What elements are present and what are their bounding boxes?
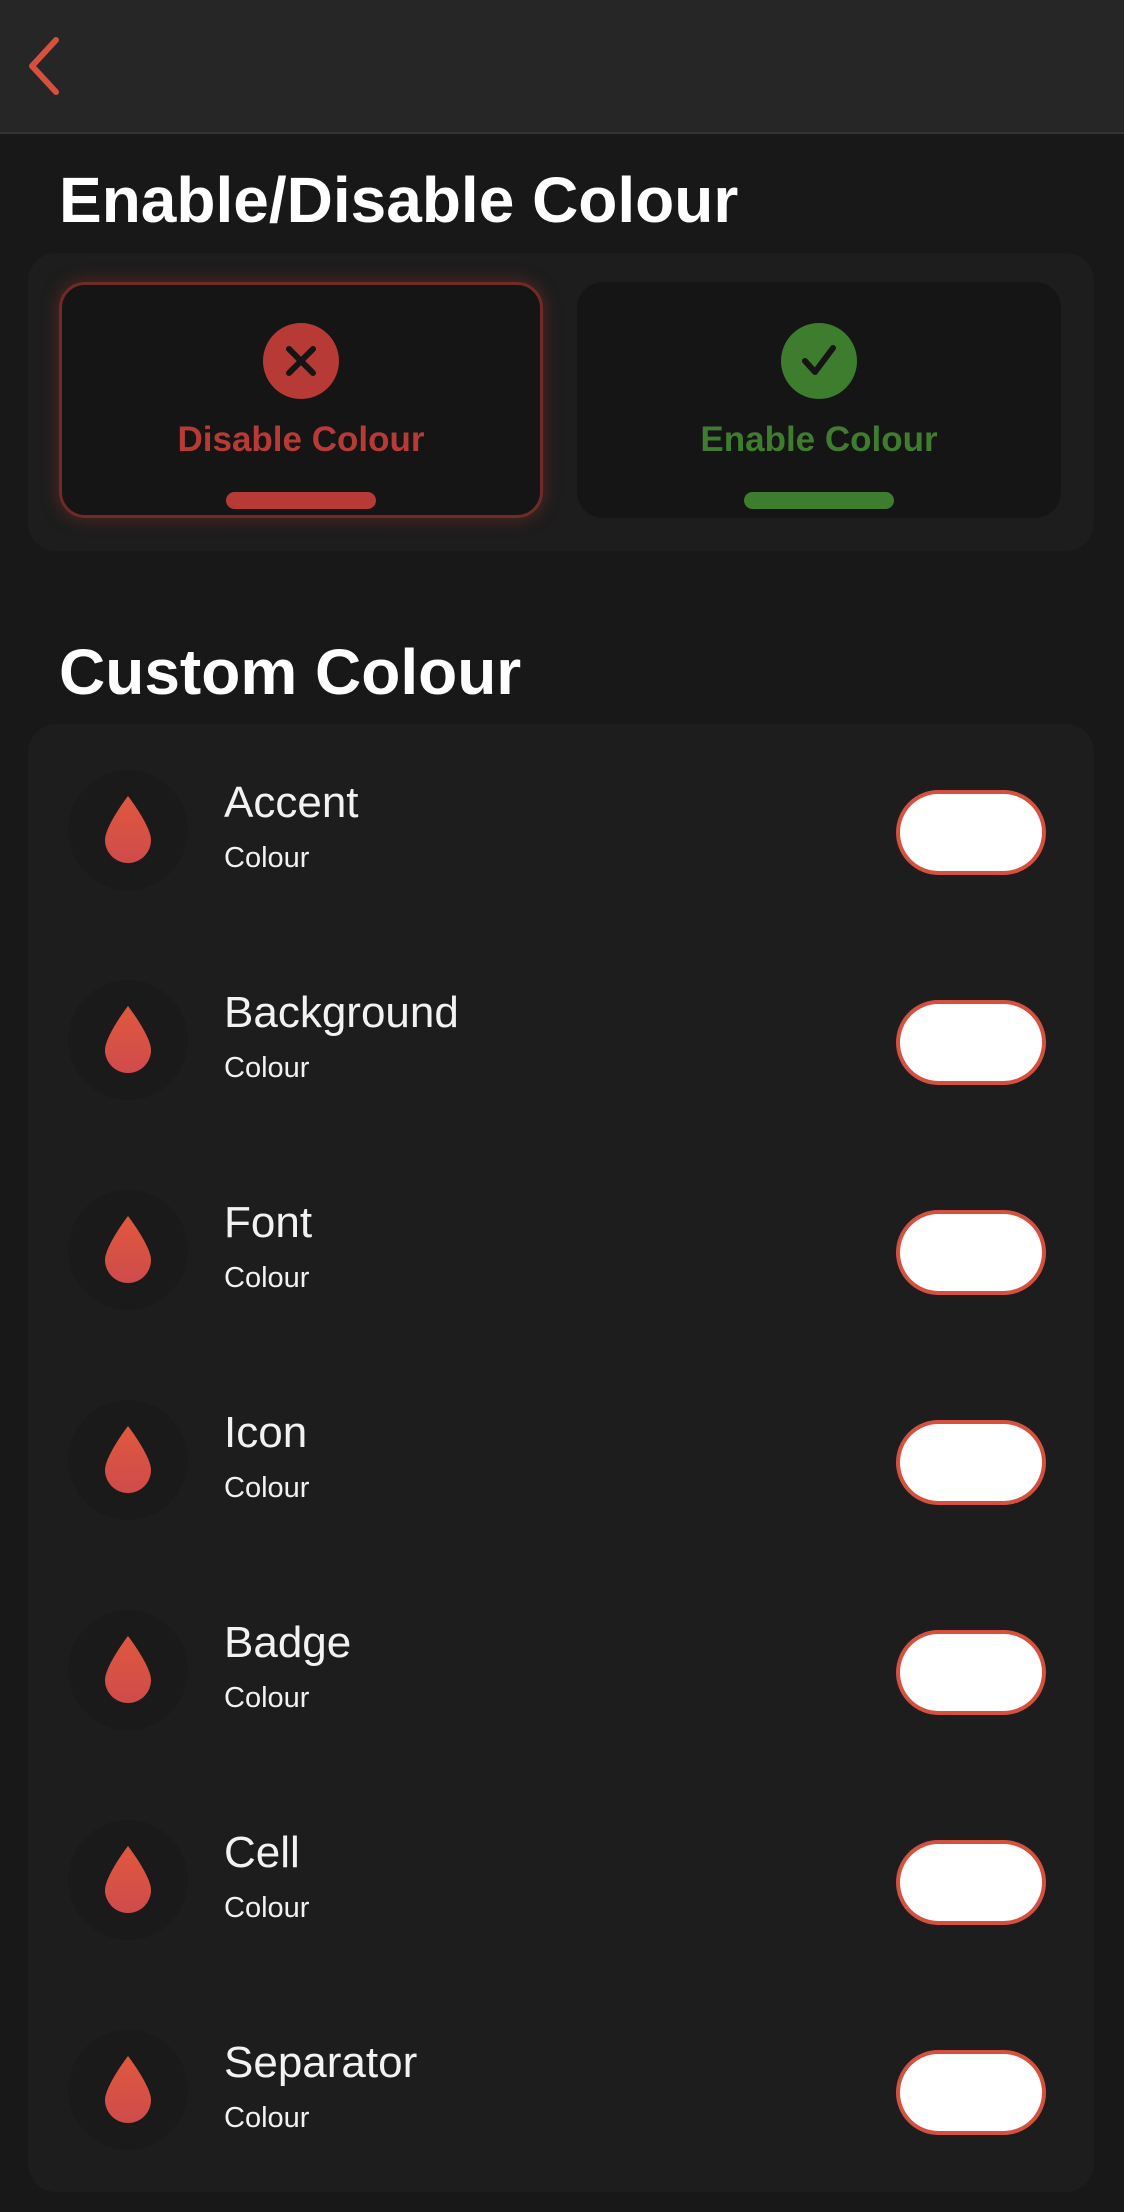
list-item-icon[interactable]: Icon Colour [28,1355,1094,1565]
custom-colour-list: Accent Colour Background Colour Font Col… [28,724,1094,2192]
list-item-subtitle: Colour [224,1262,310,1294]
list-item-background[interactable]: Background Colour [28,935,1094,1145]
drop-icon [68,1190,188,1310]
list-item-title: Separator [224,2038,418,2087]
enable-disable-section-title: Enable/Disable Colour [59,164,739,236]
enable-colour-label: Enable Colour [700,420,938,459]
list-item-subtitle: Colour [224,842,310,874]
chevron-left-icon[interactable] [24,34,64,98]
list-item-badge[interactable]: Badge Colour [28,1565,1094,1775]
list-item-separator[interactable]: Separator Colour [28,1985,1094,2195]
accent-colour-swatch[interactable] [896,790,1046,875]
list-item-cell[interactable]: Cell Colour [28,1775,1094,1985]
check-circle-icon [781,323,857,399]
list-item-subtitle: Colour [224,1472,310,1504]
enable-disable-panel: Disable Colour Enable Colour [28,253,1094,551]
drop-icon [68,1400,188,1520]
list-item-subtitle: Colour [224,1682,310,1714]
disable-colour-button[interactable]: Disable Colour [59,282,543,518]
list-item-title: Font [224,1198,313,1247]
list-item-title: Accent [224,778,359,827]
enable-colour-button[interactable]: Enable Colour [577,282,1061,518]
list-item-title: Background [224,988,459,1037]
badge-colour-swatch[interactable] [896,1630,1046,1715]
drop-icon [68,1610,188,1730]
custom-colour-section-title: Custom Colour [59,636,522,708]
list-item-title: Badge [224,1618,352,1667]
list-item-title: Cell [224,1828,300,1877]
navigation-bar [0,0,1124,134]
list-item-title: Icon [224,1408,308,1457]
list-item-accent[interactable]: Accent Colour [28,725,1094,935]
icon-colour-swatch[interactable] [896,1420,1046,1505]
list-item-subtitle: Colour [224,1052,310,1084]
font-colour-swatch[interactable] [896,1210,1046,1295]
list-item-subtitle: Colour [224,1892,310,1924]
list-item-font[interactable]: Font Colour [28,1145,1094,1355]
background-colour-swatch[interactable] [896,1000,1046,1085]
drop-icon [68,1820,188,1940]
enable-selection-indicator [744,492,894,509]
separator-colour-swatch[interactable] [896,2050,1046,2135]
list-item-subtitle: Colour [224,2102,310,2134]
back-button[interactable] [12,28,76,104]
drop-icon [68,2030,188,2150]
disable-colour-label: Disable Colour [177,420,425,459]
disable-selection-indicator [226,492,376,509]
cell-colour-swatch[interactable] [896,1840,1046,1925]
drop-icon [68,770,188,890]
close-circle-icon [263,323,339,399]
drop-icon [68,980,188,1100]
